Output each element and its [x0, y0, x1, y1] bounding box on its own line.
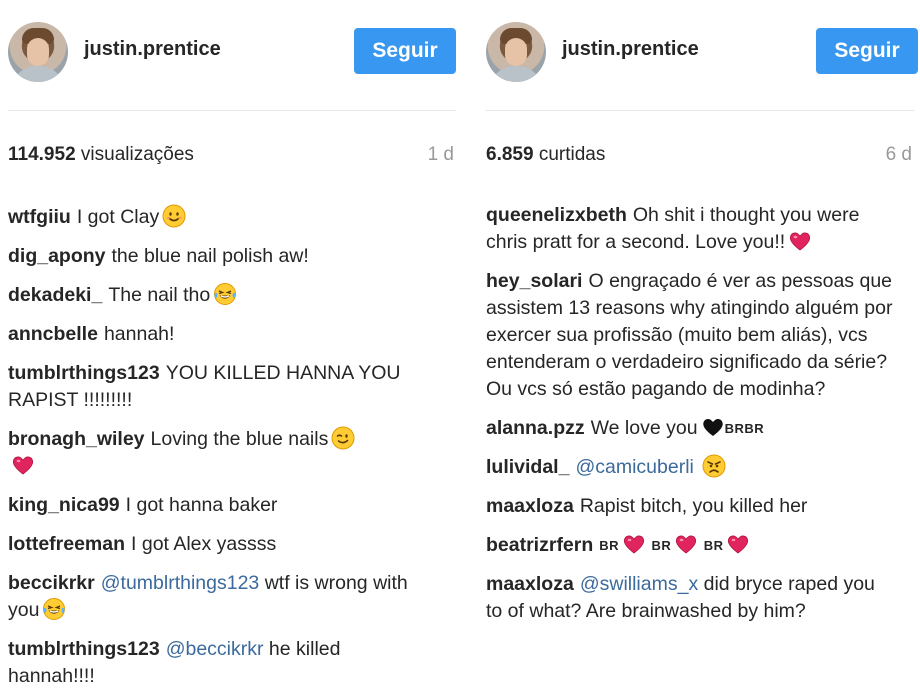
comment-username[interactable]: lottefreeman [8, 533, 125, 555]
tears-of-joy-icon [213, 282, 237, 306]
angry-face-icon [702, 454, 726, 478]
comment-item: lulividal_ @camicuberli [486, 454, 896, 481]
comment-text: I got Clay [76, 206, 160, 228]
comment-item: maaxloza Rapist bitch, you killed her [486, 493, 896, 520]
comment-item: beatrizrfern BR BR BR [486, 532, 896, 559]
red-heart-icon [11, 453, 35, 477]
comment-item: dig_apony the blue nail polish aw! [8, 243, 428, 270]
views-count: 114.952 visualizações [8, 144, 194, 165]
winking-face-icon [331, 426, 355, 450]
post-header: justin.prentice Seguir [486, 18, 920, 88]
comment-suffix: BRBR [724, 421, 765, 436]
red-heart-icon [622, 532, 646, 556]
comment-item: hey_solari O engraçado é ver as pessoas q… [486, 268, 896, 403]
comment-mention[interactable]: @tumblrthings123 [101, 572, 260, 594]
red-heart-icon [674, 532, 698, 556]
username-link[interactable]: justin.prentice [562, 38, 699, 61]
br-label: BR [599, 538, 620, 553]
follow-button[interactable]: Seguir [816, 28, 918, 74]
likes-count: 6.859 curtidas [486, 144, 606, 165]
tears-of-joy-icon [42, 597, 66, 621]
comment-item: beccikrkr @tumblrthings123 wtf is wrong w… [8, 570, 428, 624]
comment-username[interactable]: bronagh_wiley [8, 428, 145, 450]
username-link[interactable]: justin.prentice [84, 38, 221, 61]
comment-list: queenelizxbeth Oh shit i thought you were… [486, 202, 896, 637]
comment-text: The nail tho [108, 284, 211, 306]
comment-mention[interactable]: @beccikrkr [166, 638, 264, 660]
comment-text: hannah! [103, 323, 175, 345]
comment-username[interactable]: dig_apony [8, 245, 106, 267]
comment-username[interactable]: tumblrthings123 [8, 638, 160, 660]
comment-item: wtfgiiu I got Clay [8, 204, 428, 231]
comment-list: wtfgiiu I got Clay dig_apony the blue nail … [8, 204, 428, 700]
comment-item: queenelizxbeth Oh shit i thought you were… [486, 202, 896, 256]
comment-username[interactable]: tumblrthings123 [8, 362, 160, 384]
avatar[interactable] [486, 22, 546, 82]
comment-username[interactable]: maaxloza [486, 495, 574, 517]
comment-item: alanna.pzz We love you BRBR [486, 415, 896, 442]
comment-item: lottefreeman I got Alex yassss [8, 531, 428, 558]
comment-text: the blue nail polish aw! [111, 245, 309, 267]
red-heart-icon [726, 532, 750, 556]
comment-text: We love you [590, 417, 698, 439]
post-header: justin.prentice Seguir [8, 18, 462, 88]
br-label: BR [703, 538, 724, 553]
comment-item: bronagh_wiley Loving the blue nails [8, 426, 428, 480]
comment-username[interactable]: hey_solari [486, 270, 582, 292]
post-age[interactable]: 1 d [428, 144, 454, 166]
comment-text: Rapist bitch, you killed her [579, 495, 808, 517]
br-label: BR [651, 538, 672, 553]
comment-text: I got Alex yassss [131, 533, 277, 555]
divider [8, 110, 456, 111]
comment-item: maaxloza @swilliams_x did bryce raped you… [486, 571, 896, 625]
comment-username[interactable]: lulividal_ [486, 456, 569, 478]
comment-username[interactable]: beccikrkr [8, 572, 95, 594]
comment-text: I got hanna baker [125, 494, 278, 516]
post-panel-right: justin.prentice Seguir 6.859 curtidas 6 … [478, 0, 920, 700]
comment-username[interactable]: queenelizxbeth [486, 204, 627, 226]
comment-item: king_nica99 I got hanna baker [8, 492, 428, 519]
comment-username[interactable]: anncbelle [8, 323, 98, 345]
comment-username[interactable]: beatrizrfern [486, 534, 593, 556]
post-age[interactable]: 6 d [886, 144, 912, 166]
black-heart-icon [701, 415, 725, 439]
comment-username[interactable]: dekadeki_ [8, 284, 102, 306]
follow-button[interactable]: Seguir [354, 28, 456, 74]
comment-mention[interactable]: @swilliams_x [580, 573, 698, 595]
comment-username[interactable]: wtfgiiu [8, 206, 71, 228]
comment-username[interactable]: alanna.pzz [486, 417, 585, 439]
comment-text: Loving the blue nails [150, 428, 329, 450]
comment-item: tumblrthings123 @beccikrkr he killed hann… [8, 636, 428, 690]
smiling-face-icon [162, 204, 186, 228]
comment-item: anncbelle hannah! [8, 321, 428, 348]
comment-item: tumblrthings123 YOU KILLED HANNA YOU RAPI… [8, 360, 428, 414]
comment-username[interactable]: king_nica99 [8, 494, 120, 516]
red-heart-icon [788, 229, 812, 253]
post-panel-left: justin.prentice Seguir 114.952 visualiza… [0, 0, 462, 700]
comment-item: dekadeki_ The nail tho [8, 282, 428, 309]
avatar[interactable] [8, 22, 68, 82]
comment-username[interactable]: maaxloza [486, 573, 574, 595]
divider [486, 110, 914, 111]
comment-mention[interactable]: @camicuberli [575, 456, 693, 478]
